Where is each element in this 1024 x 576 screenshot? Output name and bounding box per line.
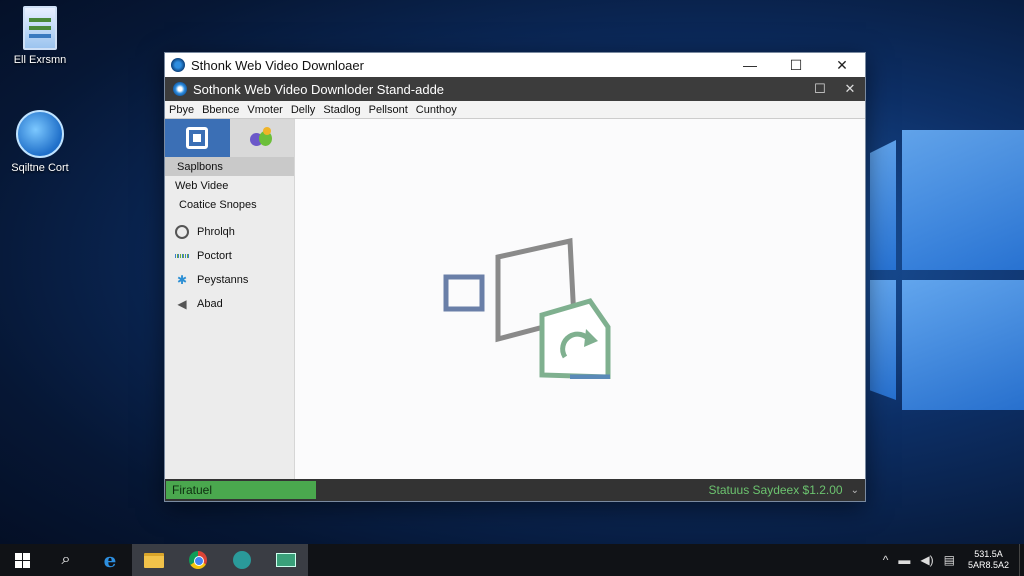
show-desktop-button[interactable]: [1019, 544, 1024, 576]
sidebar-nav-item[interactable]: ◀ Abad: [165, 292, 294, 316]
desktop-icon-2[interactable]: Sqiltne Cort: [0, 110, 80, 174]
edge-icon: e: [103, 548, 117, 572]
window-title: Sthonk Web Video Downloaer: [191, 57, 364, 73]
windows-wallpaper-logo: [860, 130, 1024, 420]
chrome-icon: [189, 551, 207, 569]
menu-item[interactable]: Delly: [289, 104, 321, 116]
window-titlebar[interactable]: Sthonk Web Video Downloaer — ☐ ✕: [165, 53, 865, 77]
status-indicator: Firatuel: [166, 481, 316, 499]
sidebar-tabs: [165, 119, 294, 157]
menu-item[interactable]: Pellsont: [367, 104, 414, 116]
globe-icon: [16, 110, 64, 158]
star-icon: ✱: [176, 273, 188, 287]
clock-date: 5AR8.5A2: [967, 560, 1009, 570]
taskbar-chrome[interactable]: [176, 544, 220, 576]
sidebar-nav-item[interactable]: Poctort: [165, 244, 294, 268]
sidebar-item[interactable]: Coatice Snopes: [165, 195, 294, 214]
taskbar-edge[interactable]: e: [88, 544, 132, 576]
sidebar-nav-item[interactable]: ✱ Peystanns: [165, 268, 294, 292]
restore-button[interactable]: ☐: [805, 77, 835, 101]
clock-time: 531.5A: [974, 549, 1003, 559]
nav-label: Peystanns: [197, 274, 249, 286]
desktop-icon-1[interactable]: Ell Exrsmn: [0, 6, 80, 66]
start-button[interactable]: [0, 544, 44, 576]
app-icon: [171, 58, 185, 72]
search-button[interactable]: ⌕: [44, 544, 88, 576]
menu-bar: Pbye Bbence Vmoter Delly Stadlog Pellson…: [165, 101, 865, 119]
tab-media[interactable]: [230, 119, 295, 157]
sidebar-item-selected[interactable]: Saplbons: [165, 157, 294, 176]
network-icon[interactable]: ▬: [893, 553, 915, 567]
desktop-icon-label: Sqiltne Cort: [11, 162, 69, 174]
leaf-icon: [249, 127, 274, 149]
app-title: Sothonk Web Video Downloder Stand-adde: [193, 81, 445, 97]
empty-state-illustration: [443, 237, 611, 379]
status-bar: Firatuel Statuus Saydeex $1.2.00 ⌄: [165, 479, 865, 501]
search-icon: ⌕: [61, 551, 71, 568]
menu-item[interactable]: Pbye: [167, 104, 200, 116]
notification-icon[interactable]: ▤: [939, 553, 960, 567]
clock[interactable]: 531.5A 5AR8.5A2: [960, 549, 1019, 571]
taskbar-app[interactable]: [220, 544, 264, 576]
sidebar-item[interactable]: Web Videe: [165, 176, 294, 195]
tray-chevron-icon[interactable]: ^: [878, 553, 894, 567]
menu-item[interactable]: Cunthoy: [414, 104, 463, 116]
folder-icon: [144, 552, 164, 568]
circle-icon: [175, 225, 189, 239]
menu-item[interactable]: Stadlog: [321, 104, 366, 116]
cube-icon: [186, 127, 209, 149]
menu-item[interactable]: Vmoter: [245, 104, 288, 116]
main-panel: [295, 119, 865, 479]
system-tray: ^ ▬ ◀) ▤ 531.5A 5AR8.5A2: [878, 544, 1024, 576]
minimize-button[interactable]: —: [727, 53, 773, 77]
taskbar: ⌕ e ^ ▬ ◀) ▤ 531.5A 5AR8.5A2: [0, 544, 1024, 576]
sidebar-nav-item[interactable]: Phrolqh: [165, 220, 294, 244]
content-area: Saplbons Web Videe Coatice Snopes Phrolq…: [165, 119, 865, 479]
taskbar-mail[interactable]: [264, 544, 308, 576]
windows-icon: [14, 552, 30, 568]
tab-downloads[interactable]: [165, 119, 230, 157]
menu-item[interactable]: Bbence: [200, 104, 245, 116]
nav-label: Phrolqh: [197, 226, 235, 238]
app-titlebar: Sothonk Web Video Downloder Stand-adde ☐…: [165, 77, 865, 101]
nav-label: Poctort: [197, 250, 232, 262]
back-arrow-icon: ◀: [177, 297, 187, 311]
app-logo-icon: [173, 82, 187, 96]
chevron-down-icon[interactable]: ⌄: [847, 485, 865, 496]
grid-icon: [174, 249, 190, 263]
app-close-button[interactable]: ✕: [835, 77, 865, 101]
maximize-button[interactable]: ☐: [773, 53, 819, 77]
mail-icon: [276, 553, 296, 567]
sidebar: Saplbons Web Videe Coatice Snopes Phrolq…: [165, 119, 295, 479]
close-button[interactable]: ✕: [819, 53, 865, 77]
taskbar-explorer[interactable]: [132, 544, 176, 576]
status-text: Statuus Saydeex $1.2.00: [708, 483, 843, 497]
nav-label: Abad: [197, 298, 223, 310]
app-circle-icon: [233, 551, 251, 569]
desktop-icon-label: Ell Exrsmn: [13, 54, 67, 66]
volume-icon[interactable]: ◀): [915, 553, 938, 567]
document-icon: [23, 6, 57, 50]
app-window: Sthonk Web Video Downloaer — ☐ ✕ Sothonk…: [164, 52, 866, 502]
